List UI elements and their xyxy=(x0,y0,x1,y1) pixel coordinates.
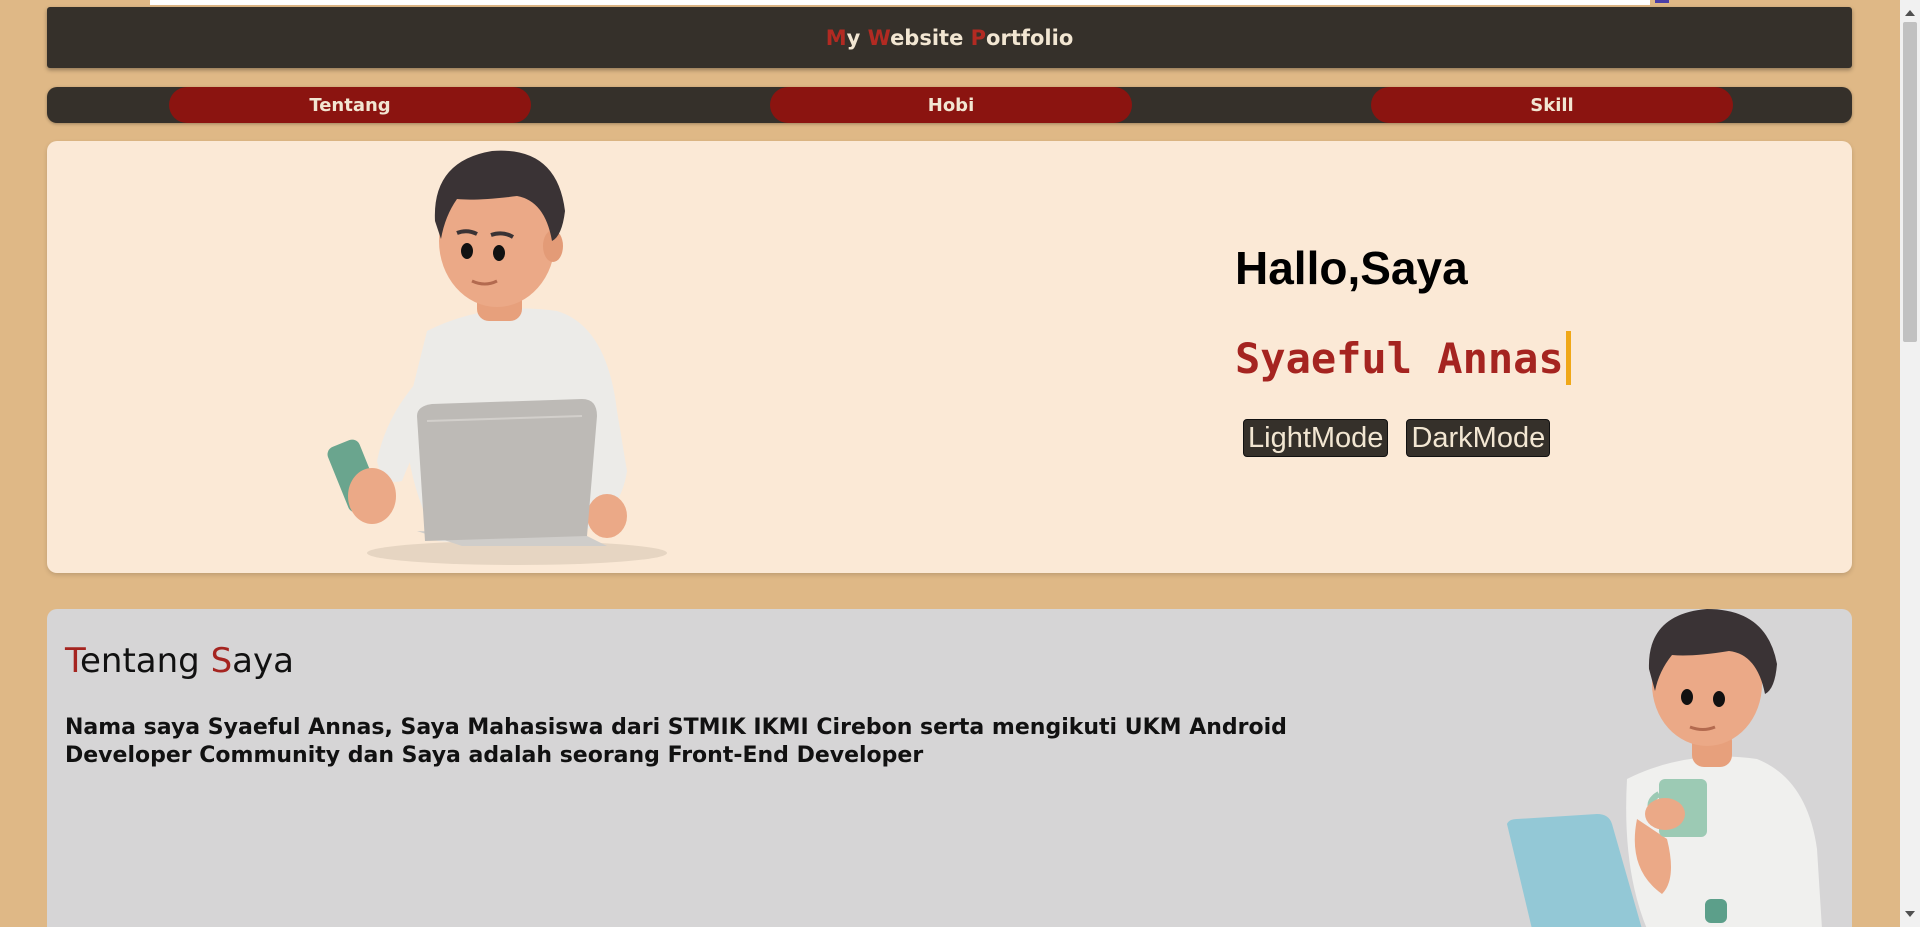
about-title-part: T xyxy=(65,641,80,681)
site-header: My Website Portfolio xyxy=(47,7,1852,68)
nav-item-hobi[interactable]: Hobi xyxy=(770,87,1132,123)
hero-section: Hallo,Saya Syaeful Annas LightMode DarkM… xyxy=(47,141,1852,573)
site-title-part: ebsite xyxy=(890,25,971,50)
browser-top-strip xyxy=(150,0,1650,5)
about-title: Tentang Saya xyxy=(65,641,294,681)
light-mode-button[interactable]: LightMode xyxy=(1243,419,1389,457)
site-title-part: ortfolio xyxy=(986,25,1074,50)
nav-item-tentang[interactable]: Tentang xyxy=(169,87,531,123)
dark-mode-button[interactable]: DarkMode xyxy=(1406,419,1551,457)
main-nav: Tentang Hobi Skill xyxy=(47,87,1852,123)
typed-name-container: Syaeful Annas xyxy=(1235,331,1571,385)
browser-top-mark xyxy=(1655,0,1669,3)
about-section: Tentang Saya Nama saya Syaeful Annas, Sa… xyxy=(47,609,1852,927)
hero-greeting: Hallo,Saya xyxy=(1235,242,1468,294)
scroll-up-arrow-icon[interactable] xyxy=(1905,10,1915,16)
site-title-part: M xyxy=(825,25,847,50)
text-cursor xyxy=(1565,331,1571,385)
site-title-part: y xyxy=(846,25,868,50)
person-with-laptop-illustration xyxy=(327,150,667,565)
nav-item-label: Tentang xyxy=(309,94,391,116)
about-title-part: S xyxy=(210,641,233,681)
theme-toggle-group: LightMode DarkMode xyxy=(1235,419,1571,457)
site-title: My Website Portfolio xyxy=(826,26,1074,50)
hero-name: Syaeful Annas xyxy=(1235,333,1564,383)
about-title-part: entang xyxy=(80,641,211,681)
page-container: My Website Portfolio Tentang Hobi Skill xyxy=(47,7,1852,927)
hero-text: Hallo,Saya Syaeful Annas LightMode DarkM… xyxy=(1235,241,1571,457)
person-with-mug-illustration xyxy=(1507,609,1822,927)
about-title-part: aya xyxy=(232,641,294,681)
nav-item-skill[interactable]: Skill xyxy=(1371,87,1733,123)
scroll-thumb[interactable] xyxy=(1903,22,1917,342)
site-title-part: P xyxy=(970,25,987,50)
nav-item-label: Skill xyxy=(1530,94,1574,116)
scroll-down-arrow-icon[interactable] xyxy=(1905,911,1915,917)
about-body: Nama saya Syaeful Annas, Saya Mahasiswa … xyxy=(65,715,1287,768)
site-title-part: W xyxy=(867,25,891,50)
nav-item-label: Hobi xyxy=(927,94,975,116)
page-scrollbar[interactable] xyxy=(1900,0,1920,927)
